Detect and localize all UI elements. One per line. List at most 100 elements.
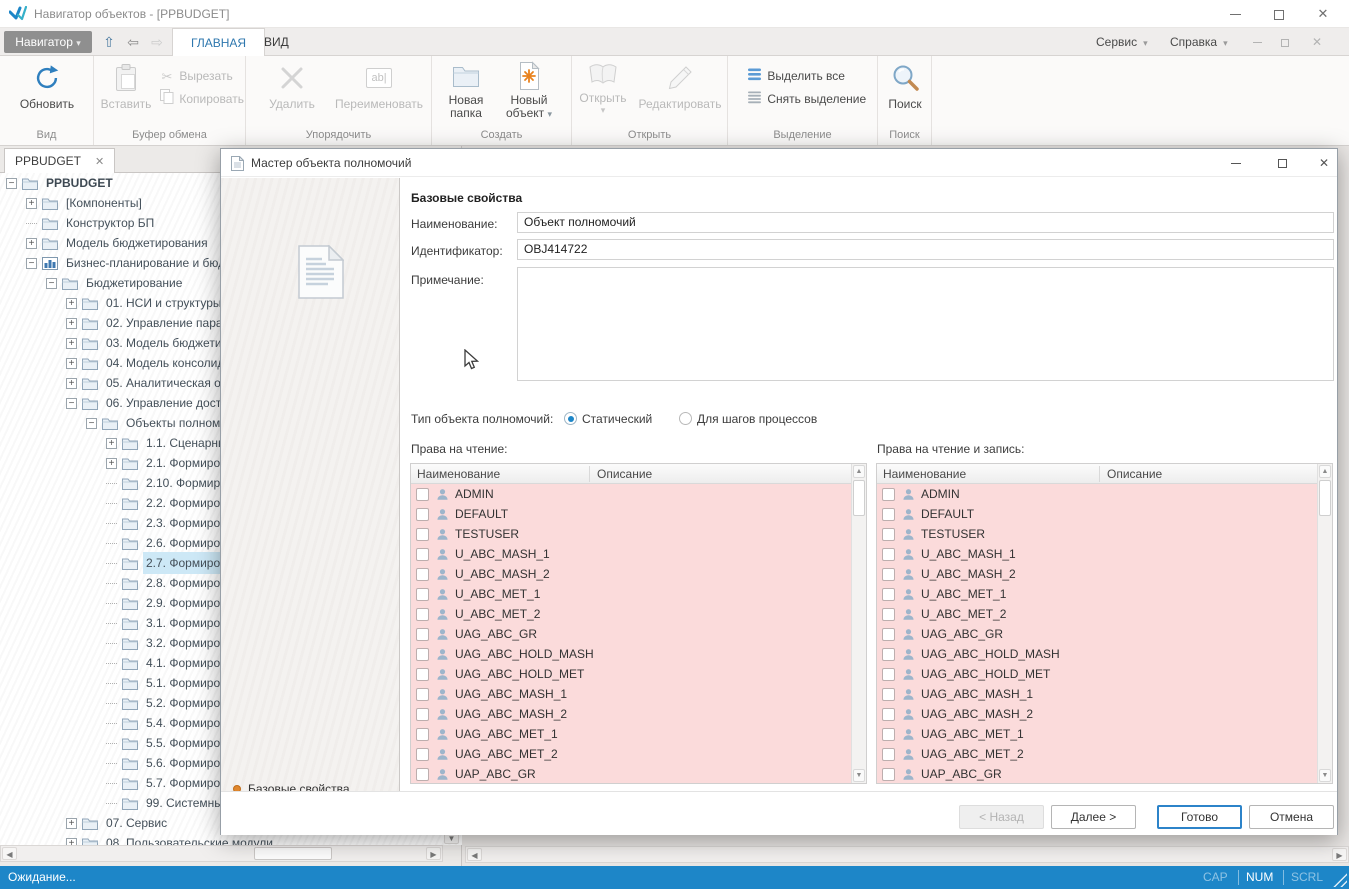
tree-expander-icon[interactable]: + — [66, 358, 77, 369]
permission-row[interactable]: UAG_ABC_HOLD_MASH — [411, 644, 851, 664]
scroll-down-icon[interactable]: ▼ — [1319, 769, 1331, 782]
scroll-thumb[interactable] — [1319, 480, 1331, 516]
clear-selection-button[interactable]: Снять выделение — [746, 89, 866, 109]
column-description[interactable]: Описание — [1107, 467, 1162, 481]
maximize-icon[interactable] — [1262, 4, 1296, 24]
tab-close-icon[interactable]: ✕ — [95, 156, 104, 168]
permission-row[interactable]: TESTUSER — [411, 524, 851, 544]
permission-row[interactable]: UAP_ABC_GR — [877, 764, 1317, 783]
row-checkbox[interactable] — [416, 628, 429, 641]
minimize-icon[interactable] — [1218, 4, 1252, 24]
name-input[interactable]: Объект полномочий — [517, 212, 1334, 233]
permission-row[interactable]: UAG_ABC_MET_1 — [877, 724, 1317, 744]
dialog-minimize-icon[interactable] — [1221, 153, 1251, 173]
row-checkbox[interactable] — [416, 688, 429, 701]
tree-hscroll-right-icon[interactable]: ▶ — [426, 847, 441, 860]
select-all-button[interactable]: Выделить все — [746, 66, 845, 86]
cut-button[interactable]: ✂ Вырезать — [158, 66, 233, 86]
permission-row[interactable]: UAP_ABC_GR — [411, 764, 851, 783]
identifier-input[interactable]: OBJ414722 — [517, 239, 1334, 260]
permission-row[interactable]: U_ABC_MASH_1 — [411, 544, 851, 564]
tree-expander-icon[interactable]: + — [26, 238, 37, 249]
column-name[interactable]: Наименование — [417, 467, 500, 481]
permission-row[interactable]: ADMIN — [411, 484, 851, 504]
content-hscrollbar[interactable]: ◀ ▶ — [465, 846, 1349, 863]
tree-expander-icon[interactable]: − — [66, 398, 77, 409]
permission-row[interactable]: ADMIN — [877, 484, 1317, 504]
radio-process-steps-label[interactable]: Для шагов процессов — [697, 412, 817, 426]
tree-expander-icon[interactable]: − — [6, 178, 17, 189]
row-checkbox[interactable] — [416, 768, 429, 781]
tree-expander-icon[interactable]: + — [66, 318, 77, 329]
row-checkbox[interactable] — [882, 568, 895, 581]
permission-row[interactable]: UAG_ABC_HOLD_MET — [877, 664, 1317, 684]
row-checkbox[interactable] — [416, 548, 429, 561]
row-checkbox[interactable] — [416, 528, 429, 541]
finish-button[interactable]: Готово — [1157, 805, 1242, 829]
radio-process-steps[interactable] — [679, 412, 692, 425]
scroll-thumb[interactable] — [853, 480, 865, 516]
row-checkbox[interactable] — [882, 548, 895, 561]
row-checkbox[interactable] — [416, 508, 429, 521]
dialog-maximize-icon[interactable] — [1267, 153, 1297, 173]
permission-row[interactable]: U_ABC_MET_1 — [411, 584, 851, 604]
dialog-close-icon[interactable]: ✕ — [1309, 153, 1339, 173]
row-checkbox[interactable] — [882, 708, 895, 721]
refresh-button[interactable]: Обновить — [12, 60, 82, 111]
collapse-ribbon-icon[interactable] — [1246, 35, 1268, 51]
tab-view[interactable]: ВИД — [246, 28, 307, 56]
scroll-down-icon[interactable]: ▼ — [853, 769, 865, 782]
row-checkbox[interactable] — [882, 628, 895, 641]
delete-button[interactable]: Удалить — [260, 60, 324, 111]
row-checkbox[interactable] — [416, 648, 429, 661]
content-hscroll-right-icon[interactable]: ▶ — [1332, 848, 1347, 861]
copy-button[interactable]: Копировать — [158, 89, 244, 109]
row-checkbox[interactable] — [882, 688, 895, 701]
new-object-dropdown-icon[interactable]: ▾ — [548, 109, 553, 119]
permission-row[interactable]: U_ABC_MASH_2 — [411, 564, 851, 584]
permission-row[interactable]: UAG_ABC_MASH_1 — [877, 684, 1317, 704]
row-checkbox[interactable] — [882, 488, 895, 501]
row-checkbox[interactable] — [416, 708, 429, 721]
navigator-menu-button[interactable]: Навигатор ▾ — [4, 31, 92, 53]
tree-expander-icon[interactable]: − — [26, 258, 37, 269]
menu-help[interactable]: Справка▾ — [1170, 28, 1228, 56]
permission-row[interactable]: UAG_ABC_HOLD_MASH — [877, 644, 1317, 664]
permission-row[interactable]: UAG_ABC_MASH_2 — [411, 704, 851, 724]
row-checkbox[interactable] — [882, 668, 895, 681]
cancel-button[interactable]: Отмена — [1249, 805, 1334, 829]
row-checkbox[interactable] — [882, 508, 895, 521]
row-checkbox[interactable] — [882, 648, 895, 661]
tree-expander-icon[interactable]: + — [106, 458, 117, 469]
tree-expander-icon[interactable]: + — [26, 198, 37, 209]
scroll-up-icon[interactable]: ▲ — [1319, 465, 1331, 478]
permission-row[interactable]: U_ABC_MET_1 — [877, 584, 1317, 604]
new-folder-button[interactable]: Новая папка — [440, 60, 492, 120]
tree-expander-icon[interactable]: + — [66, 378, 77, 389]
tree-tab[interactable]: PPBUDGET✕ — [4, 148, 115, 173]
close-icon[interactable]: ✕ — [1306, 4, 1340, 24]
tree-expander-icon[interactable]: + — [66, 838, 77, 846]
back-button[interactable]: < Назад — [959, 805, 1044, 829]
tree-hscroll-thumb[interactable] — [254, 847, 332, 860]
new-object-button[interactable]: Новый объект ▾ — [498, 60, 560, 121]
row-checkbox[interactable] — [882, 588, 895, 601]
tree-expander-icon[interactable]: − — [46, 278, 57, 289]
content-hscroll-left-icon[interactable]: ◀ — [467, 848, 482, 861]
tree-hscrollbar[interactable]: ◀ ▶ — [0, 845, 443, 862]
radio-static[interactable] — [564, 412, 577, 425]
row-checkbox[interactable] — [416, 568, 429, 581]
permission-row[interactable]: UAG_ABC_MASH_2 — [877, 704, 1317, 724]
tree-expander-icon[interactable]: − — [86, 418, 97, 429]
permission-row[interactable]: DEFAULT — [877, 504, 1317, 524]
note-input[interactable] — [517, 267, 1334, 381]
permission-row[interactable]: UAG_ABC_MET_2 — [411, 744, 851, 764]
tree-expander-icon[interactable]: + — [106, 438, 117, 449]
radio-static-label[interactable]: Статический — [582, 412, 652, 426]
paste-button[interactable]: Вставить — [100, 60, 152, 111]
next-button[interactable]: Далее > — [1051, 805, 1136, 829]
row-checkbox[interactable] — [416, 588, 429, 601]
permission-row[interactable]: UAG_ABC_GR — [411, 624, 851, 644]
read-list-vscrollbar[interactable]: ▲ ▼ — [851, 464, 866, 783]
permission-row[interactable]: U_ABC_MASH_1 — [877, 544, 1317, 564]
